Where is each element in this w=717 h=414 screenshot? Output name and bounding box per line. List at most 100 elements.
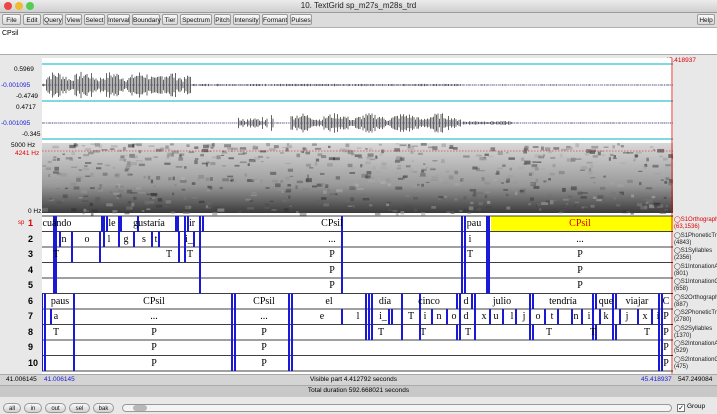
tier-number[interactable]: 6 bbox=[28, 296, 33, 306]
tier-info[interactable]: ◯S2Orthographi (887) bbox=[674, 295, 717, 309]
menu-pulses[interactable]: Pulses bbox=[290, 14, 312, 25]
selected-interval-label[interactable]: CPsil bbox=[560, 218, 600, 229]
menu-edit[interactable]: Edit bbox=[23, 14, 41, 25]
interval-label[interactable]: P bbox=[312, 265, 352, 276]
tier-number[interactable]: 1 bbox=[28, 218, 33, 228]
interval-label[interactable]: T bbox=[170, 249, 210, 260]
interval-label[interactable]: i bbox=[450, 234, 490, 245]
tier-name[interactable]: ◯S1IntonationA bbox=[674, 264, 717, 271]
interval-label[interactable]: T bbox=[42, 327, 76, 338]
scrollbar-thumb[interactable] bbox=[133, 405, 147, 411]
visible-end-time[interactable]: 45.418937 bbox=[641, 376, 672, 384]
tier-info[interactable]: ◯S1PhoneticTra (4843) bbox=[674, 233, 717, 247]
interval-label[interactable]: T bbox=[573, 327, 613, 338]
tier-name[interactable]: ◯S2IntonationA bbox=[674, 341, 717, 348]
tier-number[interactable]: 5 bbox=[28, 280, 33, 290]
interval-label[interactable]: CPsil bbox=[312, 218, 352, 229]
menu-spectrum[interactable]: Spectrum bbox=[180, 14, 212, 25]
tier-info[interactable]: ◯S1IntonationG (658) bbox=[674, 279, 717, 293]
interval-label[interactable]: P bbox=[646, 327, 673, 338]
tier-name[interactable]: ◯S1Syllables bbox=[674, 248, 712, 255]
tier-info[interactable]: ◯S1Syllables (2356) bbox=[674, 248, 712, 262]
tier-info[interactable]: ◯S2PhoneticTra (2780) bbox=[674, 310, 717, 324]
menu-file[interactable]: File bbox=[2, 14, 21, 25]
interval-label[interactable]: C bbox=[646, 296, 673, 307]
interval-label[interactable]: ... bbox=[560, 234, 600, 245]
tier-info[interactable]: ◯S2IntonationG (475) bbox=[674, 357, 717, 371]
interval-label[interactable]: P bbox=[646, 342, 673, 353]
interval-label[interactable]: P bbox=[134, 342, 174, 353]
interval-label[interactable]: P bbox=[560, 265, 600, 276]
interval-label[interactable]: P bbox=[244, 342, 284, 353]
tier-number[interactable]: 8 bbox=[28, 327, 33, 337]
interval-label[interactable]: CPsil bbox=[134, 296, 174, 307]
tier-info[interactable]: ◯S1IntonationA (801) bbox=[674, 264, 717, 278]
interval-label[interactable]: día bbox=[365, 296, 405, 307]
interval-label[interactable]: P bbox=[646, 358, 673, 369]
tier-name[interactable]: ◯S1IntonationG bbox=[674, 279, 717, 286]
interval-label[interactable]: T bbox=[450, 249, 490, 260]
interval-label[interactable]: P bbox=[646, 311, 673, 322]
menu-pitch[interactable]: Pitch bbox=[214, 14, 231, 25]
interval-label[interactable]: cinco bbox=[409, 296, 449, 307]
interval-label[interactable]: e bbox=[302, 311, 342, 322]
interval-text-field[interactable]: CPsil bbox=[0, 28, 717, 55]
interval-label[interactable]: T bbox=[361, 327, 401, 338]
horizontal-scrollbar[interactable] bbox=[122, 404, 672, 412]
menu-intensity[interactable]: Intensity bbox=[233, 14, 260, 25]
interval-label[interactable]: T bbox=[448, 327, 488, 338]
interval-label[interactable]: ir bbox=[172, 218, 212, 229]
interval-label[interactable]: T bbox=[403, 327, 443, 338]
tier-name[interactable]: ◯S1PhoneticTra bbox=[674, 233, 717, 240]
zoom-selection-button[interactable]: sel bbox=[69, 403, 90, 413]
tier-info[interactable]: ◯S2IntonationA (529) bbox=[674, 341, 717, 355]
menu-view[interactable]: View bbox=[65, 14, 82, 25]
tier-info[interactable]: ◯S1Orthographi (63,1536) bbox=[674, 217, 717, 231]
tier-number[interactable]: 9 bbox=[28, 342, 33, 352]
interval-label[interactable]: P bbox=[134, 327, 174, 338]
menu-tier[interactable]: Tier bbox=[162, 14, 178, 25]
zoom-all-button[interactable]: all bbox=[3, 403, 21, 413]
visible-start-time[interactable]: 41.006145 bbox=[44, 376, 75, 384]
zoom-out-button[interactable]: out bbox=[45, 403, 66, 413]
tier-number[interactable]: 7 bbox=[28, 311, 33, 321]
tier-number[interactable]: 2 bbox=[28, 234, 33, 244]
tier-number[interactable]: 3 bbox=[28, 249, 33, 259]
tier-name[interactable]: ◯S2IntonationG bbox=[674, 357, 717, 364]
interval-label[interactable]: d bbox=[446, 296, 486, 307]
tier-number[interactable]: 10 bbox=[28, 358, 38, 368]
menu-select[interactable]: Select bbox=[84, 14, 105, 25]
interval-label[interactable]: P bbox=[312, 280, 352, 291]
interval-label[interactable]: ... bbox=[244, 311, 284, 322]
interval-label[interactable]: le bbox=[92, 218, 132, 229]
tier-info[interactable]: ◯S2Syllables (1370) bbox=[674, 326, 712, 340]
zoom-back-button[interactable]: bak bbox=[93, 403, 114, 413]
interval-label[interactable]: P bbox=[560, 280, 600, 291]
zoom-in-button[interactable]: in bbox=[24, 403, 42, 413]
interval-label[interactable]: P bbox=[244, 358, 284, 369]
interval-label[interactable]: i_ bbox=[169, 234, 209, 245]
interval-label[interactable]: tendría bbox=[543, 296, 583, 307]
menu-interval[interactable]: Interval bbox=[107, 14, 130, 25]
interval-label[interactable]: gustaría bbox=[129, 218, 169, 229]
interval-label[interactable]: P bbox=[312, 249, 352, 260]
interval-label[interactable]: a bbox=[42, 311, 76, 322]
visible-part-label[interactable]: Visible part 4.412792 seconds bbox=[310, 376, 397, 384]
group-checkbox[interactable]: ✓ bbox=[677, 404, 685, 412]
menu-query[interactable]: Query bbox=[43, 14, 63, 25]
tier-name[interactable]: ◯S2PhoneticTra bbox=[674, 310, 717, 317]
interval-label[interactable]: cuándo bbox=[42, 218, 77, 229]
interval-label[interactable]: ... bbox=[134, 311, 174, 322]
interval-label[interactable]: CPsil bbox=[244, 296, 284, 307]
interval-label[interactable]: pau bbox=[454, 218, 494, 229]
interval-label[interactable]: paus bbox=[42, 296, 80, 307]
tier-number[interactable]: 4 bbox=[28, 265, 33, 275]
editor-canvas[interactable]: cuándo le gustaría ir CPsil pau CPsil n o l g s t i_.… bbox=[42, 58, 673, 374]
interval-label[interactable]: ... bbox=[312, 234, 352, 245]
total-duration-strip[interactable]: Total duration 592.668021 seconds bbox=[0, 385, 717, 397]
interval-label[interactable]: T bbox=[529, 327, 569, 338]
interval-label[interactable]: julio bbox=[482, 296, 522, 307]
interval-label[interactable]: P bbox=[560, 249, 600, 260]
interval-label[interactable]: P bbox=[244, 327, 284, 338]
tier-name[interactable]: ◯S2Syllables bbox=[674, 326, 712, 333]
